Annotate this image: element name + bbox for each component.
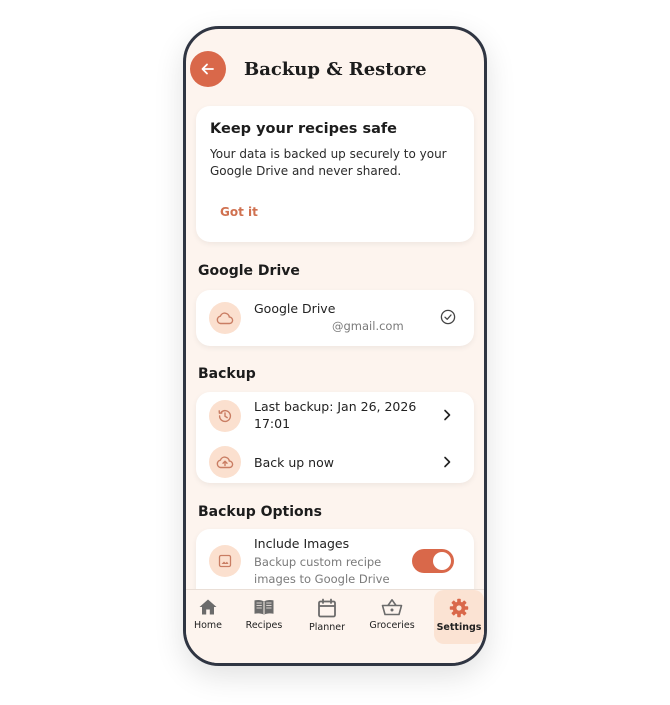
info-card-text: Your data is backed up securely to your … [210,147,447,178]
cloud-upload-icon-badge [209,446,241,478]
nav-groceries-label: Groceries [369,620,415,631]
last-backup-label: Last backup: Jan 26, 2026 17:01 [254,399,417,431]
cloud-upload-icon [216,456,234,469]
cloud-icon-badge [209,302,241,334]
include-images-label: Include Images [254,536,350,551]
arrow-left-icon [201,63,214,75]
toggle-knob [433,552,451,570]
history-icon [218,409,232,423]
info-card-title: Keep your recipes safe [210,121,398,137]
back-up-now-row[interactable]: Back up now [196,438,474,488]
last-backup-row[interactable]: Last backup: Jan 26, 2026 17:01 [196,392,474,442]
calendar-icon [318,598,336,618]
basket-icon [381,599,403,616]
phone-frame: Backup & Restore Keep your recipes safe … [183,26,487,666]
chevron-right-icon [442,409,452,421]
chevron-right-icon [442,456,452,468]
drive-label: Google Drive [254,301,336,316]
drive-account-email: @gmail.com [332,319,404,333]
got-it-button[interactable]: Got it [220,205,258,219]
include-images-description: Backup custom recipe images to Google Dr… [254,555,390,586]
backup-restore-screen: Backup & Restore Keep your recipes safe … [186,29,484,663]
book-icon [254,599,274,615]
include-images-toggle[interactable] [412,549,454,573]
history-icon-badge [209,400,241,432]
section-title-google-drive: Google Drive [198,263,300,279]
back-button[interactable] [190,51,226,87]
gear-icon [449,598,469,618]
nav-home[interactable]: Home [188,590,228,644]
nav-groceries[interactable]: Groceries [366,590,418,644]
nav-recipes-label: Recipes [245,620,283,631]
home-icon [199,599,217,615]
nav-settings-label: Settings [436,622,482,633]
bottom-navigation: Home Recipes Planner Groceries Settings [186,589,484,663]
image-icon-badge [209,545,241,577]
nav-settings[interactable]: Settings [434,590,484,644]
nav-planner-label: Planner [309,622,345,633]
nav-planner[interactable]: Planner [304,590,350,644]
image-icon [218,554,232,568]
page-title: Backup & Restore [244,59,427,80]
cloud-icon [216,312,234,325]
section-title-backup: Backup [198,366,256,382]
google-drive-account-row[interactable]: Google Drive @gmail.com [196,290,474,346]
section-title-backup-options: Backup Options [198,504,322,520]
backup-card: Last backup: Jan 26, 2026 17:01 Back up … [196,392,474,483]
info-card: Keep your recipes safe Your data is back… [196,106,474,242]
back-up-now-label: Back up now [254,455,334,470]
nav-home-label: Home [193,620,223,631]
nav-recipes[interactable]: Recipes [242,590,286,644]
check-circle-icon [440,309,456,329]
